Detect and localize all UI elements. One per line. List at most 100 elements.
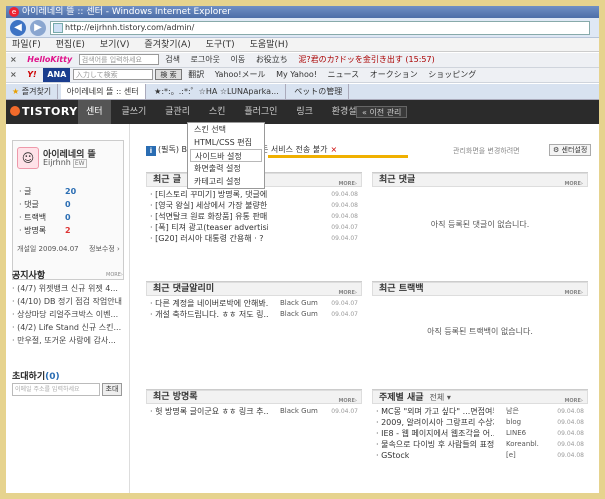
window-titlebar: e 아이레네의 뜰 :: 센터 - Windows Internet Explo… (6, 6, 599, 18)
nav-write[interactable]: 글쓰기 (113, 100, 154, 124)
manage-hint: 관리화면을 변경하려면 (453, 147, 520, 155)
promo-link[interactable]: 泥?君のカ?ドッを金引き出す (15:57) (294, 53, 438, 67)
stat-trackbacks[interactable]: · 트랙백 0 (19, 211, 119, 224)
toolbar-search-button[interactable]: 검색 (161, 53, 184, 67)
yahoo-toolbar: × Y! ANA 入力して検索 検 索 翻訳 Yahoo!メール My Yaho… (6, 68, 599, 83)
stat-posts[interactable]: · 글 20 (19, 185, 119, 198)
menu-display-settings[interactable]: 화면출력 설정 (188, 162, 264, 175)
menu-sidebar-settings[interactable]: 사이드바 설정 (190, 149, 262, 162)
list-item[interactable]: · (4/10) DB 정기 점검 작업안내 (12, 295, 122, 308)
notice-more-button[interactable]: MORE› (106, 272, 123, 278)
recent-posts-list: · [티스토리 꾸미기] 방명록, 댓글에... 09.04.08 · [영국 왕… (146, 187, 362, 244)
menu-category-settings[interactable]: 카테고리 설정 (188, 175, 264, 188)
url-input[interactable]: http://eijrhnh.tistory.com/admin/ (50, 21, 590, 35)
menu-tools[interactable]: 도구(T) (200, 38, 241, 52)
recent-reply-panel: 최근 댓글알리미 MORE› · 다른 계정을 네이버로박에 안해봐... Blac… (146, 281, 362, 320)
back-icon[interactable]: ◀ (10, 20, 26, 36)
menu-edit[interactable]: 편집(E) (50, 38, 91, 52)
topic-posts-panel: 주제별 새글전체 ▾MORE› · MC몽 "외며 가고 싶다" ...면접여부… (372, 389, 588, 461)
table-row[interactable]: · [영국 왕실] 세상에서 가장 불량한... 09.04.08 (150, 200, 362, 211)
table-row[interactable]: · 개설 축하드립니다. ㅎㅎ 저도 링... Black Gum 09.04.07 (150, 309, 362, 320)
forward-icon[interactable]: ▶ (30, 20, 46, 36)
notice-title: 공지사항 (12, 271, 46, 281)
nav-center[interactable]: 센터 (78, 100, 111, 124)
table-row[interactable]: · 2009, 알려이시아 그랑프리 수상자...blog09.04.08 (376, 417, 588, 428)
menu-view[interactable]: 보기(V) (94, 38, 136, 52)
list-item[interactable]: · 만우절, 또거운 사랑에 감사... (12, 334, 122, 347)
info-icon: i (146, 146, 156, 156)
topic-select[interactable]: 전체 ▾ (430, 393, 451, 402)
window-title: 아이레네의 뜰 :: 센터 - Windows Internet Explore… (22, 7, 231, 17)
table-row[interactable]: · [티스토리 꾸미기] 방명록, 댓글에... 09.04.08 (150, 189, 362, 200)
tab-bar: ★ 즐겨찾기 아이레네의 뜰 :: 센터 ★:*:。.:*:゜☆HA ☆LUNA… (6, 84, 599, 100)
invite-button[interactable]: 초대 (102, 383, 122, 396)
menu-file[interactable]: 파일(F) (6, 38, 47, 52)
nav-link[interactable]: 링크 (288, 100, 321, 124)
edit-info-link[interactable]: 정보수정 › (89, 244, 120, 254)
empty-message: 아직 등록된 트랙백이 없습니다. (427, 327, 533, 336)
avatar[interactable]: ☺ (17, 147, 39, 169)
hellokitty-toolbar: × HelloKitty 검색어를 입력하세요 검색 로그아웃 이동 お役立ち … (6, 53, 599, 68)
tistory-logo[interactable]: TISTORY (10, 100, 78, 124)
table-row[interactable]: · [석면탈크 원료 화장품] 유통 판매... 09.04.08 (150, 211, 362, 222)
close-toolbar-icon[interactable]: × (6, 55, 21, 64)
notice-list: · (4/7) 위젯뱅크 신규 위젯 4... · (4/10) DB 정기 점… (12, 282, 122, 347)
list-item[interactable]: · (4/7) 위젯뱅크 신규 위젯 4... (12, 282, 122, 295)
address-bar: ◀ ▶ http://eijrhnh.tistory.com/admin/ (6, 18, 599, 38)
panel-title: 최근 댓글 MORE› (372, 173, 588, 187)
useful-link[interactable]: お役立ち (252, 53, 292, 67)
yahoo-mail-link[interactable]: Yahoo!メール (211, 68, 270, 82)
menu-skin-select[interactable]: 스킨 선택 (188, 123, 264, 136)
table-row[interactable]: · 헛 방명록 글이군요 ㅎㅎ 링크 추... Black Gum 09.04.07 (150, 406, 362, 417)
ana-logo[interactable]: ANA (43, 68, 71, 82)
translate-button[interactable]: 翻訳 (184, 68, 208, 82)
my-yahoo-link[interactable]: My Yahoo! (272, 68, 321, 82)
list-item[interactable]: · 상상마당 리얼주크박스 이벤... (12, 308, 122, 321)
menu-help[interactable]: 도움말(H) (244, 38, 295, 52)
table-row[interactable]: · GStock [e] 09.04.08 (376, 450, 588, 461)
yahoo-search-button[interactable]: 検 索 (155, 69, 182, 80)
toolbar-search-input[interactable]: 검색어를 입력하세요 (78, 54, 159, 65)
news-link[interactable]: ニュース (324, 68, 364, 82)
menu-bar: 파일(F) 편집(E) 보기(V) 즐겨찾기(A) 도구(T) 도움말(H) (6, 38, 599, 52)
panel-title: 최근 댓글알리미 MORE› (146, 282, 362, 296)
table-row[interactable]: · MC몽 "외며 가고 싶다" ...면접여부...남은09.04.08 (376, 406, 588, 417)
go-button[interactable]: 이동 (227, 53, 250, 67)
recent-trackback-panel: 최근 트랙백 MORE› 아직 등록된 트랙백이 없습니다. (372, 281, 588, 337)
close-icon[interactable]: × (330, 145, 337, 154)
table-row[interactable]: · IE8 - 웹 페이지에서 웹조각을 어... LINE6 09.04.08 (376, 428, 588, 439)
yahoo-logo[interactable]: Y! (23, 68, 40, 82)
favorites-button[interactable]: ★ 즐겨찾기 (6, 84, 59, 99)
tab-pet[interactable]: ペットの管理 (288, 84, 350, 99)
star-icon: ★ (12, 87, 20, 96)
logout-button[interactable]: 로그아웃 (187, 53, 224, 67)
more-button[interactable]: MORE› (564, 178, 583, 191)
prev-management-button[interactable]: « 이전 관리 (356, 106, 408, 118)
nav-skin[interactable]: 스킨 (201, 100, 234, 124)
shopping-link[interactable]: ショッピング (424, 68, 480, 82)
invite-email-input[interactable]: 이메일 주소를 입력하세요 (12, 383, 100, 396)
close-yahoo-toolbar-icon[interactable]: × (6, 70, 21, 79)
auction-link[interactable]: オークション (366, 68, 422, 82)
table-row[interactable]: · [G20] 러시아 대통령 간용해 · ? 09.04.07 (150, 233, 362, 244)
hellokitty-logo: HelloKitty (27, 55, 73, 64)
tab-luna[interactable]: ★:*:。.:*:゜☆HA ☆LUNAparka... (148, 84, 286, 99)
stat-guestbook[interactable]: · 방명록 2 (19, 224, 119, 237)
center-settings-button[interactable]: ⚙ 센터설정 (549, 144, 592, 156)
page-icon (53, 23, 63, 33)
list-item[interactable]: · (4/2) Life Stand 신규 스킨... (12, 321, 122, 334)
profile-box: ☺ 아이레네의 뜰 Eijrhnh EW · 글 20 · 댓글 0 · 트랙백 0 ·… (12, 140, 124, 280)
table-row[interactable]: · [폭] 티져 광고(teaser advertisin...09.04.07 (150, 222, 362, 233)
menu-favorites[interactable]: 즐겨찾기(A) (138, 38, 196, 52)
nav-plugin[interactable]: 플러그인 (236, 100, 285, 124)
table-row[interactable]: · 물속으로 다이빙 후 사람들의 표정... Koreanbl. 09.04.08 (376, 439, 588, 450)
panel-title: 최근 트랙백 MORE› (372, 282, 588, 296)
tab-tistory-center[interactable]: 아이레네의 뜰 :: 센터 (60, 84, 146, 99)
yahoo-search-input[interactable]: 入力して検索 (72, 69, 153, 80)
stat-comments[interactable]: · 댓글 0 (19, 198, 119, 211)
more-button[interactable]: MORE› (564, 287, 583, 300)
user-id: Eijrhnh EW (43, 158, 87, 168)
nav-posts[interactable]: 글관리 (157, 100, 198, 124)
menu-html-css-edit[interactable]: HTML/CSS 편집 (188, 136, 264, 149)
table-row[interactable]: · 다른 계정을 네이버로박에 안해봐... Black Gum 09.04.07 (150, 298, 362, 309)
